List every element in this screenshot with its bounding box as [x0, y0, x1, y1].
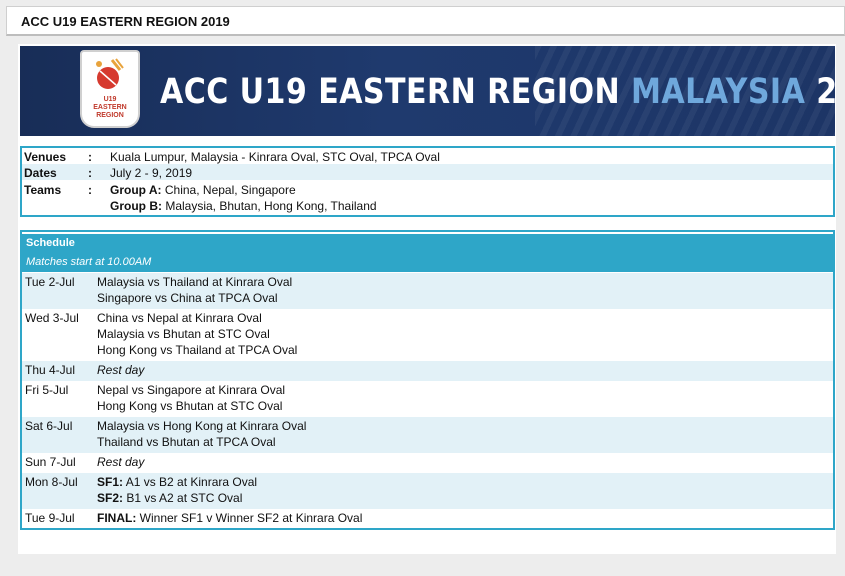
schedule-date: Tue 2-Jul	[25, 275, 75, 289]
schedule-matches: FINAL: Winner SF1 v Winner SF2 at Kinrar…	[97, 511, 362, 527]
schedule-row: Tue 9-Jul FINAL: Winner SF1 v Winner SF2…	[22, 509, 833, 529]
schedule-date: Sun 7-Jul	[25, 455, 76, 469]
dates-colon: :	[88, 166, 92, 180]
rest-day-label: Rest day	[97, 363, 145, 377]
content-panel: U19 EASTERN REGION ACC U19 EASTERN REGIO…	[18, 44, 836, 554]
sf2-fixture: B1 vs A2 at STC Oval	[123, 491, 243, 505]
event-info-box: Venues : Kuala Lumpur, Malaysia - Kinrar…	[20, 146, 835, 217]
page-title: ACC U19 EASTERN REGION 2019	[21, 14, 230, 29]
match-line: Malaysia vs Bhutan at STC Oval	[97, 327, 270, 341]
schedule-row: Sun 7-Jul Rest day	[22, 453, 833, 473]
group-a-label: Group A:	[110, 183, 162, 197]
semi-final-1: SF1: A1 vs B2 at Kinrara Oval	[97, 475, 257, 491]
banner-heading-main: ACC U19 EASTERN REGION	[160, 72, 632, 112]
match-line: Nepal vs Singapore at Kinrara Oval	[97, 383, 286, 397]
schedule-matches: Rest day	[97, 455, 144, 471]
info-row-venues: Venues : Kuala Lumpur, Malaysia - Kinrar…	[22, 148, 833, 164]
schedule-matches: Nepal vs Singapore at Kinrara Oval Hong …	[97, 383, 285, 415]
schedule-row: Wed 3-Jul China vs Nepal at Kinrara Oval…	[22, 309, 833, 361]
info-row-dates: Dates : July 2 - 9, 2019	[22, 164, 833, 180]
schedule-matches: Malaysia vs Hong Kong at Kinrara Oval Th…	[97, 419, 306, 451]
cricket-ball-icon	[96, 58, 124, 89]
schedule-title: Schedule	[26, 237, 75, 249]
final-label: FINAL:	[97, 511, 137, 525]
logo-line-3: REGION	[96, 112, 124, 119]
banner-heading-year: 2019	[805, 72, 835, 112]
schedule-date: Fri 5-Jul	[25, 383, 69, 397]
match-line: Malaysia vs Hong Kong at Kinrara Oval	[97, 419, 307, 433]
schedule-date: Mon 8-Jul	[25, 475, 78, 489]
match-line: Singapore vs China at TPCA Oval	[97, 291, 278, 305]
match-line: China vs Nepal at Kinrara Oval	[97, 311, 262, 325]
teams-colon: :	[88, 183, 92, 197]
schedule-matches: China vs Nepal at Kinrara Oval Malaysia …	[97, 311, 297, 359]
match-line: Malaysia vs Thailand at Kinrara Oval	[97, 275, 293, 289]
page-title-bar: ACC U19 EASTERN REGION 2019	[6, 6, 845, 36]
schedule-header: Schedule Matches start at 10.00AM	[22, 234, 833, 272]
schedule-note: Matches start at 10.00AM	[26, 256, 152, 268]
logo-line-2: EASTERN	[93, 104, 127, 111]
group-b: Group B: Malaysia, Bhutan, Hong Kong, Th…	[110, 199, 377, 213]
group-b-teams: Malaysia, Bhutan, Hong Kong, Thailand	[162, 199, 377, 213]
schedule-date: Thu 4-Jul	[25, 363, 76, 377]
group-b-label: Group B:	[110, 199, 162, 213]
schedule-row: Fri 5-Jul Nepal vs Singapore at Kinrara …	[22, 381, 833, 417]
event-logo: U19 EASTERN REGION	[82, 52, 138, 126]
schedule-row: Tue 2-Jul Malaysia vs Thailand at Kinrar…	[22, 273, 833, 309]
schedule-row: Mon 8-Jul SF1: A1 vs B2 at Kinrara Oval …	[22, 473, 833, 509]
event-banner: U19 EASTERN REGION ACC U19 EASTERN REGIO…	[20, 46, 835, 136]
schedule-matches: Rest day	[97, 363, 144, 379]
venues-colon: :	[88, 150, 92, 164]
match-line: Hong Kong vs Bhutan at STC Oval	[97, 399, 283, 413]
group-a-teams: China, Nepal, Singapore	[161, 183, 296, 197]
schedule-date: Tue 9-Jul	[25, 511, 75, 525]
final-match: FINAL: Winner SF1 v Winner SF2 at Kinrar…	[97, 511, 362, 527]
banner-heading-accent: MALAYSIA	[631, 72, 806, 112]
sf1-fixture: A1 vs B2 at Kinrara Oval	[123, 475, 258, 489]
rest-day-label: Rest day	[97, 455, 145, 469]
sf2-label: SF2:	[97, 491, 124, 505]
schedule-date: Sat 6-Jul	[25, 419, 73, 433]
final-fixture: Winner SF1 v Winner SF2 at Kinrara Oval	[136, 511, 363, 525]
match-line: Hong Kong vs Thailand at TPCA Oval	[97, 343, 298, 357]
logo-line-1: U19	[103, 96, 117, 103]
group-a: Group A: China, Nepal, Singapore	[110, 183, 296, 197]
dates-value: July 2 - 9, 2019	[110, 166, 193, 180]
venues-label: Venues	[24, 150, 67, 164]
schedule-row: Sat 6-Jul Malaysia vs Hong Kong at Kinra…	[22, 417, 833, 453]
info-row-teams: Teams : Group A: China, Nepal, Singapore…	[22, 181, 833, 215]
schedule-matches: SF1: A1 vs B2 at Kinrara Oval SF2: B1 vs…	[97, 475, 257, 507]
banner-heading: ACC U19 EASTERN REGION MALAYSIA 2019	[160, 72, 835, 112]
match-line: Thailand vs Bhutan at TPCA Oval	[97, 435, 276, 449]
dates-label: Dates	[24, 166, 57, 180]
sf1-label: SF1:	[97, 475, 124, 489]
schedule-date: Wed 3-Jul	[25, 311, 79, 325]
semi-final-2: SF2: B1 vs A2 at STC Oval	[97, 491, 257, 507]
schedule-matches: Malaysia vs Thailand at Kinrara Oval Sin…	[97, 275, 292, 307]
venues-value: Kuala Lumpur, Malaysia - Kinrara Oval, S…	[110, 150, 440, 164]
schedule-table: Schedule Matches start at 10.00AM Tue 2-…	[20, 230, 835, 530]
logo-caption: U19 EASTERN REGION	[82, 96, 138, 120]
schedule-row: Thu 4-Jul Rest day	[22, 361, 833, 381]
teams-label: Teams	[24, 183, 62, 197]
